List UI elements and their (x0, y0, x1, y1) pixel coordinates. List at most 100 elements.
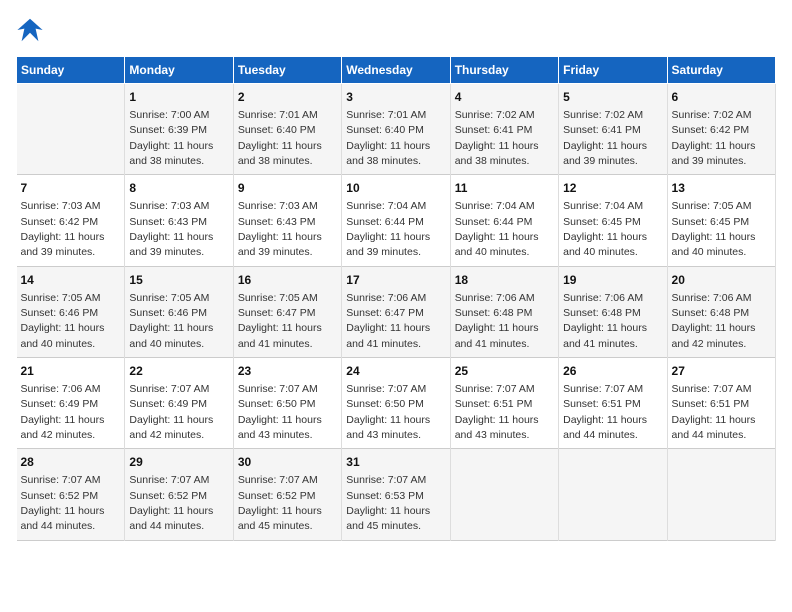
day-number: 10 (346, 180, 445, 197)
day-daylight: Daylight: 11 hours and 39 minutes. (238, 231, 322, 258)
day-daylight: Daylight: 11 hours and 44 minutes. (21, 505, 105, 532)
day-cell: 30Sunrise: 7:07 AMSunset: 6:52 PMDayligh… (233, 449, 341, 540)
day-cell: 12Sunrise: 7:04 AMSunset: 6:45 PMDayligh… (559, 175, 667, 266)
day-number: 11 (455, 180, 554, 197)
day-sunset: Sunset: 6:43 PM (129, 216, 207, 228)
day-sunset: Sunset: 6:48 PM (563, 307, 641, 319)
day-number: 3 (346, 89, 445, 106)
week-row-2: 7 Sunrise: 7:03 AM Sunset: 6:42 PM Daylight… (17, 175, 776, 266)
day-daylight: Daylight: 11 hours and 41 minutes. (238, 322, 322, 349)
day-sunset: Sunset: 6:41 PM (563, 124, 641, 136)
day-cell: 1Sunrise: 7:00 AMSunset: 6:39 PMDaylight… (125, 84, 233, 175)
day-cell: 17Sunrise: 7:06 AMSunset: 6:47 PMDayligh… (342, 266, 450, 357)
day-cell: 15Sunrise: 7:05 AMSunset: 6:46 PMDayligh… (125, 266, 233, 357)
calendar-table: SundayMondayTuesdayWednesdayThursdayFrid… (16, 56, 776, 541)
week-row-1: 1Sunrise: 7:00 AMSunset: 6:39 PMDaylight… (17, 84, 776, 175)
header-row: SundayMondayTuesdayWednesdayThursdayFrid… (17, 57, 776, 84)
day-sunrise: Sunrise: 7:07 AM (238, 474, 318, 486)
day-daylight: Daylight: 11 hours and 38 minutes. (238, 140, 322, 167)
day-cell: 21Sunrise: 7:06 AMSunset: 6:49 PMDayligh… (17, 358, 125, 449)
day-sunrise: Sunrise: 7:06 AM (672, 292, 752, 304)
day-sunset: Sunset: 6:41 PM (455, 124, 533, 136)
day-daylight: Daylight: 11 hours and 40 minutes. (129, 322, 213, 349)
day-sunset: Sunset: 6:42 PM (21, 216, 99, 228)
day-cell (667, 449, 775, 540)
day-cell: 14 Sunrise: 7:05 AM Sunset: 6:46 PM Dayligh… (17, 266, 125, 357)
week-row-5: 28Sunrise: 7:07 AMSunset: 6:52 PMDayligh… (17, 449, 776, 540)
day-sunrise: Sunrise: 7:00 AM (129, 109, 209, 121)
day-sunset: Sunset: 6:52 PM (129, 490, 207, 502)
day-number: 27 (672, 363, 771, 380)
day-sunrise: Sunrise: 7:07 AM (129, 474, 209, 486)
column-header-friday: Friday (559, 57, 667, 84)
day-cell (559, 449, 667, 540)
day-sunrise: Sunrise: 7:05 AM (21, 292, 101, 304)
day-sunrise: Sunrise: 7:05 AM (672, 200, 752, 212)
day-number: 29 (129, 454, 228, 471)
day-number: 6 (672, 89, 771, 106)
day-sunset: Sunset: 6:40 PM (238, 124, 316, 136)
day-cell: 10Sunrise: 7:04 AMSunset: 6:44 PMDayligh… (342, 175, 450, 266)
day-sunset: Sunset: 6:50 PM (346, 398, 424, 410)
day-daylight: Daylight: 11 hours and 42 minutes. (672, 322, 756, 349)
day-number: 7 (21, 180, 121, 197)
day-sunrise: Sunrise: 7:05 AM (238, 292, 318, 304)
day-cell: 29 Sunrise: 7:07 AM Sunset: 6:52 PM Dayligh… (125, 449, 233, 540)
day-cell: 20Sunrise: 7:06 AMSunset: 6:48 PMDayligh… (667, 266, 775, 357)
day-sunset: Sunset: 6:47 PM (346, 307, 424, 319)
day-sunrise: Sunrise: 7:03 AM (129, 200, 209, 212)
day-daylight: Daylight: 11 hours and 38 minutes. (455, 140, 539, 167)
day-sunset: Sunset: 6:51 PM (455, 398, 533, 410)
day-daylight: Daylight: 11 hours and 39 minutes. (346, 231, 430, 258)
day-number: 1 (129, 89, 228, 106)
column-header-tuesday: Tuesday (233, 57, 341, 84)
day-sunset: Sunset: 6:52 PM (238, 490, 316, 502)
day-sunrise: Sunrise: 7:05 AM (129, 292, 209, 304)
week-row-3: 14 Sunrise: 7:05 AM Sunset: 6:46 PM Dayligh… (17, 266, 776, 357)
day-number: 13 (672, 180, 771, 197)
day-number: 18 (455, 272, 554, 289)
day-number: 4 (455, 89, 554, 106)
day-daylight: Daylight: 11 hours and 42 minutes. (129, 414, 213, 441)
day-sunset: Sunset: 6:46 PM (21, 307, 99, 319)
day-sunrise: Sunrise: 7:07 AM (346, 383, 426, 395)
column-header-thursday: Thursday (450, 57, 558, 84)
day-daylight: Daylight: 11 hours and 40 minutes. (21, 322, 105, 349)
day-number: 23 (238, 363, 337, 380)
day-cell: 9Sunrise: 7:03 AMSunset: 6:43 PMDaylight… (233, 175, 341, 266)
day-sunset: Sunset: 6:44 PM (346, 216, 424, 228)
day-sunset: Sunset: 6:49 PM (129, 398, 207, 410)
day-daylight: Daylight: 11 hours and 40 minutes. (563, 231, 647, 258)
day-sunset: Sunset: 6:49 PM (21, 398, 99, 410)
day-sunrise: Sunrise: 7:04 AM (563, 200, 643, 212)
day-sunset: Sunset: 6:42 PM (672, 124, 750, 136)
day-daylight: Daylight: 11 hours and 43 minutes. (455, 414, 539, 441)
day-number: 24 (346, 363, 445, 380)
day-daylight: Daylight: 11 hours and 45 minutes. (346, 505, 430, 532)
day-number: 19 (563, 272, 662, 289)
day-sunset: Sunset: 6:51 PM (563, 398, 641, 410)
day-sunset: Sunset: 6:46 PM (129, 307, 207, 319)
day-daylight: Daylight: 11 hours and 44 minutes. (129, 505, 213, 532)
day-number: 16 (238, 272, 337, 289)
day-cell: 4 Sunrise: 7:02 AM Sunset: 6:41 PM Daylight… (450, 84, 558, 175)
day-sunrise: Sunrise: 7:02 AM (455, 109, 535, 121)
day-number: 14 (21, 272, 121, 289)
column-header-wednesday: Wednesday (342, 57, 450, 84)
day-daylight: Daylight: 11 hours and 44 minutes. (672, 414, 756, 441)
day-sunrise: Sunrise: 7:07 AM (346, 474, 426, 486)
day-number: 2 (238, 89, 337, 106)
day-number: 26 (563, 363, 662, 380)
day-cell: 22Sunrise: 7:07 AMSunset: 6:49 PMDayligh… (125, 358, 233, 449)
day-sunset: Sunset: 6:52 PM (21, 490, 99, 502)
day-cell: 18Sunrise: 7:06 AMSunset: 6:48 PMDayligh… (450, 266, 558, 357)
day-sunset: Sunset: 6:53 PM (346, 490, 424, 502)
day-sunrise: Sunrise: 7:07 AM (563, 383, 643, 395)
day-cell: 25Sunrise: 7:07 AMSunset: 6:51 PMDayligh… (450, 358, 558, 449)
day-cell (450, 449, 558, 540)
day-sunrise: Sunrise: 7:06 AM (346, 292, 426, 304)
day-daylight: Daylight: 11 hours and 41 minutes. (563, 322, 647, 349)
day-number: 8 (129, 180, 228, 197)
day-number: 20 (672, 272, 771, 289)
day-cell: 11Sunrise: 7:04 AMSunset: 6:44 PMDayligh… (450, 175, 558, 266)
